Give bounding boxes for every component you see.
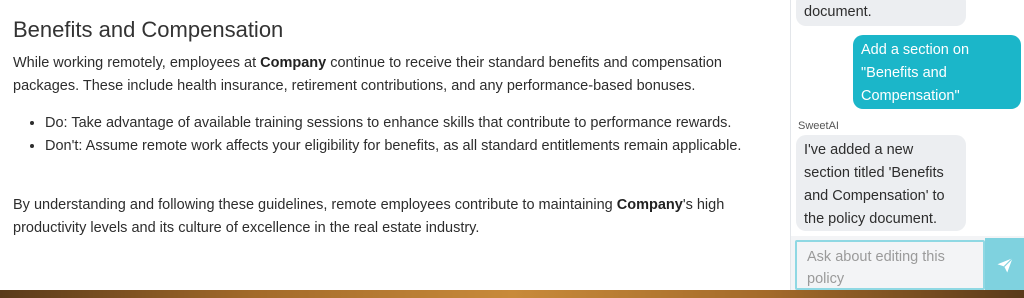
section-heading: Benefits and Compensation (13, 17, 284, 42)
closing-paragraph: By understanding and following these gui… (13, 197, 725, 236)
chat-composer (791, 236, 1024, 292)
desktop-background-strip (0, 290, 1024, 298)
ai-message-bubble: I've added a new section titled 'Benefit… (796, 135, 966, 231)
ai-sender-label: SweetAI (798, 120, 839, 132)
company-name: Company (616, 197, 683, 213)
intro-paragraph: While working remotely, employees at Com… (13, 55, 722, 94)
user-message-bubble: Add a section on "Benefits and Compensat… (853, 35, 1021, 109)
chat-panel: document. Add a section on "Benefits and… (790, 0, 1024, 292)
send-button[interactable] (985, 238, 1024, 292)
list-item: Don't: Assume remote work affects your e… (45, 135, 815, 158)
ai-message-bubble: document. (796, 0, 966, 26)
company-name: Company (260, 55, 327, 71)
list-item: Do: Take advantage of available training… (45, 112, 815, 135)
guidelines-list: Do: Take advantage of available training… (13, 112, 815, 158)
policy-document: Benefits and Compensation While working … (0, 0, 790, 290)
send-icon (997, 257, 1013, 273)
chat-input[interactable] (795, 240, 985, 290)
